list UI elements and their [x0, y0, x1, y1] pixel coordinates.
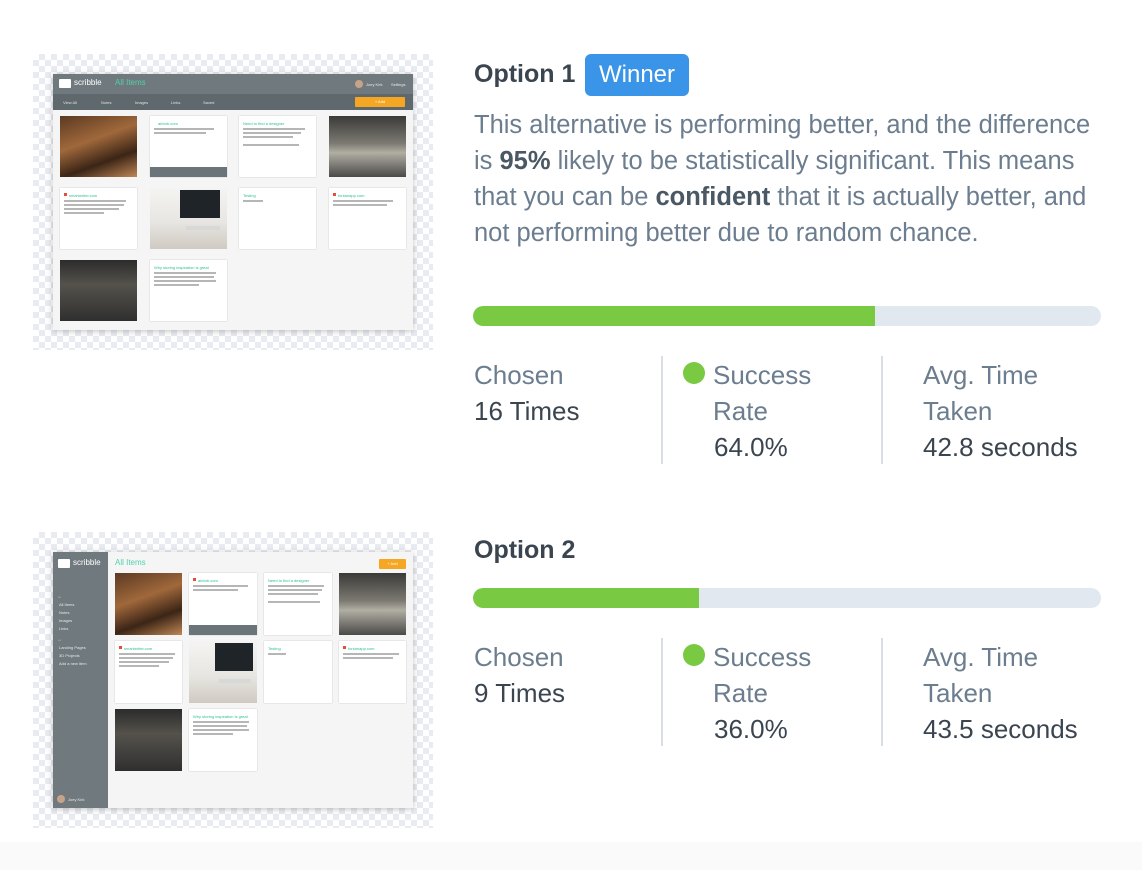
app-topbar: scribble All Items Joey Kirk Settings: [53, 74, 413, 94]
winner-badge: Winner: [585, 54, 689, 96]
avg-time-label: Avg. Time: [923, 360, 1039, 390]
bar-photo-card: [115, 573, 182, 635]
sidebar-item-images: Images: [59, 618, 73, 623]
sidebar-item-all-items: All Items: [59, 602, 75, 607]
tab-view-all: View All: [63, 100, 77, 105]
success-dot-icon: [683, 644, 705, 666]
rate-label: Rate: [713, 396, 768, 426]
stat-divider: [881, 638, 883, 746]
option-2-app-preview: scribble ••• All Items Notes Images Link…: [53, 552, 413, 808]
sidebar-item-links: Links: [59, 626, 69, 631]
avg-time-label: Avg. Time: [923, 642, 1039, 672]
avatar: [57, 795, 65, 803]
card-toolbar: [150, 167, 227, 177]
note-card: Need to find a designer: [264, 573, 332, 635]
stat-divider: [661, 356, 663, 464]
success-rate-value: 64.0%: [714, 432, 788, 462]
option-2-success-bar: [473, 588, 1101, 608]
option-1-title: Option 1: [474, 60, 576, 88]
note-card: Need to find a designer: [239, 116, 316, 177]
avg-time-value: 42.8 seconds: [923, 432, 1078, 462]
desk-photo-card: [150, 188, 227, 249]
card-title: Testing: [268, 646, 281, 651]
note-card: airbnb.com: [150, 116, 227, 177]
card-title: Need to find a designer: [268, 578, 310, 583]
note-card: Testing: [239, 188, 316, 249]
note-card: Why storing inspiration is great: [150, 260, 227, 321]
add-button: + Add: [379, 559, 406, 569]
sidebar-item-3d-projects: 3D Projects: [59, 653, 80, 658]
sidebar-item-landing-pages: Landing Pages: [59, 645, 86, 650]
note-card: Why storing inspiration is great: [189, 709, 257, 771]
settings-link: Settings: [391, 82, 406, 87]
confidence-percent: 95%: [499, 147, 551, 175]
room-photo-card: [60, 260, 137, 321]
footer-strip: [0, 842, 1142, 870]
scribble-logo-icon: [58, 559, 70, 568]
note-card: Testing: [264, 641, 332, 703]
card-title: fontanapp.com: [348, 646, 375, 651]
tab-notes: Notes: [101, 100, 112, 105]
rate-label: Rate: [713, 678, 768, 708]
app-page-title: All Items: [115, 558, 146, 567]
app-sidebar: scribble ••• All Items Notes Images Link…: [53, 552, 108, 808]
avg-time-value: 43.5 seconds: [923, 714, 1078, 744]
stat-divider: [881, 356, 883, 464]
card-title: fontanapp.com: [338, 193, 365, 198]
card-title: airbnb.com: [198, 578, 218, 583]
card-title: Need to find a designer: [243, 121, 285, 126]
stat-divider: [661, 638, 663, 746]
success-dot-icon: [683, 362, 705, 384]
note-card: fontanapp.com: [339, 641, 406, 703]
bar-photo-card: [60, 116, 137, 177]
chosen-value: 16 Times: [474, 396, 580, 426]
desk-photo-card: [189, 641, 257, 703]
app-logo-text: scribble: [74, 78, 102, 87]
option-1-thumbnail[interactable]: scribble All Items Joey Kirk Settings Vi…: [33, 54, 433, 350]
sidebar-item-add-new: Add a new item: [59, 661, 87, 666]
note-card: smartwriter.com: [60, 188, 137, 249]
card-title: Testing: [243, 193, 256, 198]
success-label: Success: [713, 642, 812, 672]
tab-saved: Saved: [203, 100, 215, 105]
option-2-title: Option 2: [474, 536, 576, 564]
sidebar-item-notes: Notes: [59, 610, 70, 615]
success-rate-value: 36.0%: [714, 714, 788, 744]
app-page-title: All Items: [115, 78, 146, 87]
tab-links: Links: [171, 100, 181, 105]
add-button: + Add: [355, 97, 405, 107]
note-card: fontanapp.com: [329, 188, 406, 249]
chosen-value: 9 Times: [474, 678, 566, 708]
room-photo-card: [115, 709, 182, 771]
taken-label: Taken: [923, 396, 993, 426]
card-title: airbnb.com: [158, 121, 178, 126]
card-title: Why storing inspiration is great: [193, 714, 248, 719]
option-1-success-fill: [473, 306, 875, 326]
card-title: smartwriter.com: [124, 646, 153, 651]
option-2-thumbnail[interactable]: scribble ••• All Items Notes Images Link…: [33, 532, 433, 828]
office-photo-card: [339, 573, 406, 635]
card-title: smartwriter.com: [69, 193, 98, 198]
option-1-description: This alternative is performing better, a…: [474, 111, 1091, 247]
office-photo-card: [329, 116, 406, 177]
app-logo-text: scribble: [73, 558, 101, 567]
card-toolbar: [189, 625, 257, 635]
user-name: Joey Kirk: [366, 82, 383, 87]
scribble-logo-icon: [59, 79, 71, 88]
chosen-label: Chosen: [474, 360, 564, 390]
confidence-word: confident: [655, 183, 771, 211]
user-name: Joey Kirk: [68, 797, 85, 802]
note-card: airbnb.com: [189, 573, 257, 635]
option-2-success-fill: [473, 588, 700, 608]
tab-images: Images: [135, 100, 149, 105]
success-label: Success: [713, 360, 812, 390]
card-title: Why storing inspiration is great: [154, 265, 209, 270]
taken-label: Taken: [923, 678, 993, 708]
chosen-label: Chosen: [474, 642, 564, 672]
avatar: [355, 80, 363, 88]
option-1-app-preview: scribble All Items Joey Kirk Settings Vi…: [53, 74, 413, 330]
note-card: smartwriter.com: [115, 641, 182, 703]
option-1-success-bar: [473, 306, 1101, 326]
app-tabbar: View All Notes Images Links Saved + Add: [53, 94, 413, 110]
